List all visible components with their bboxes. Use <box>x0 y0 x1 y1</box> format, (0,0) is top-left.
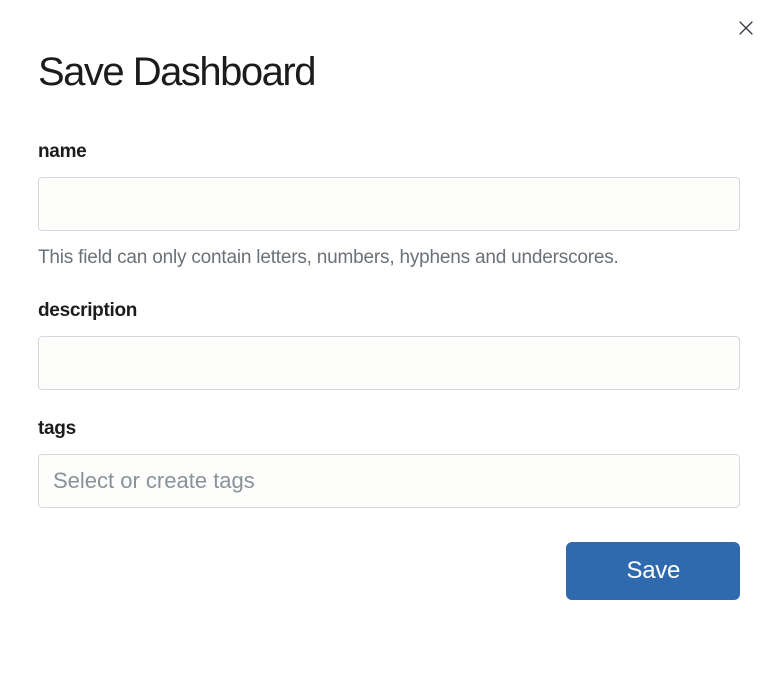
name-hint: This field can only contain letters, num… <box>38 243 740 272</box>
tags-field-group: tags <box>38 418 740 508</box>
name-input[interactable] <box>38 177 740 231</box>
save-dashboard-modal: Save Dashboard name This field can only … <box>0 0 778 630</box>
save-button[interactable]: Save <box>566 542 740 600</box>
name-field-group: name This field can only contain letters… <box>38 141 740 272</box>
modal-title: Save Dashboard <box>38 50 740 95</box>
close-button[interactable] <box>734 18 758 42</box>
description-label: description <box>38 300 740 322</box>
button-row: Save <box>38 542 740 600</box>
tags-input[interactable] <box>38 454 740 508</box>
description-input[interactable] <box>38 336 740 390</box>
close-icon <box>737 19 755 42</box>
name-label: name <box>38 141 740 163</box>
tags-label: tags <box>38 418 740 440</box>
description-field-group: description <box>38 300 740 390</box>
